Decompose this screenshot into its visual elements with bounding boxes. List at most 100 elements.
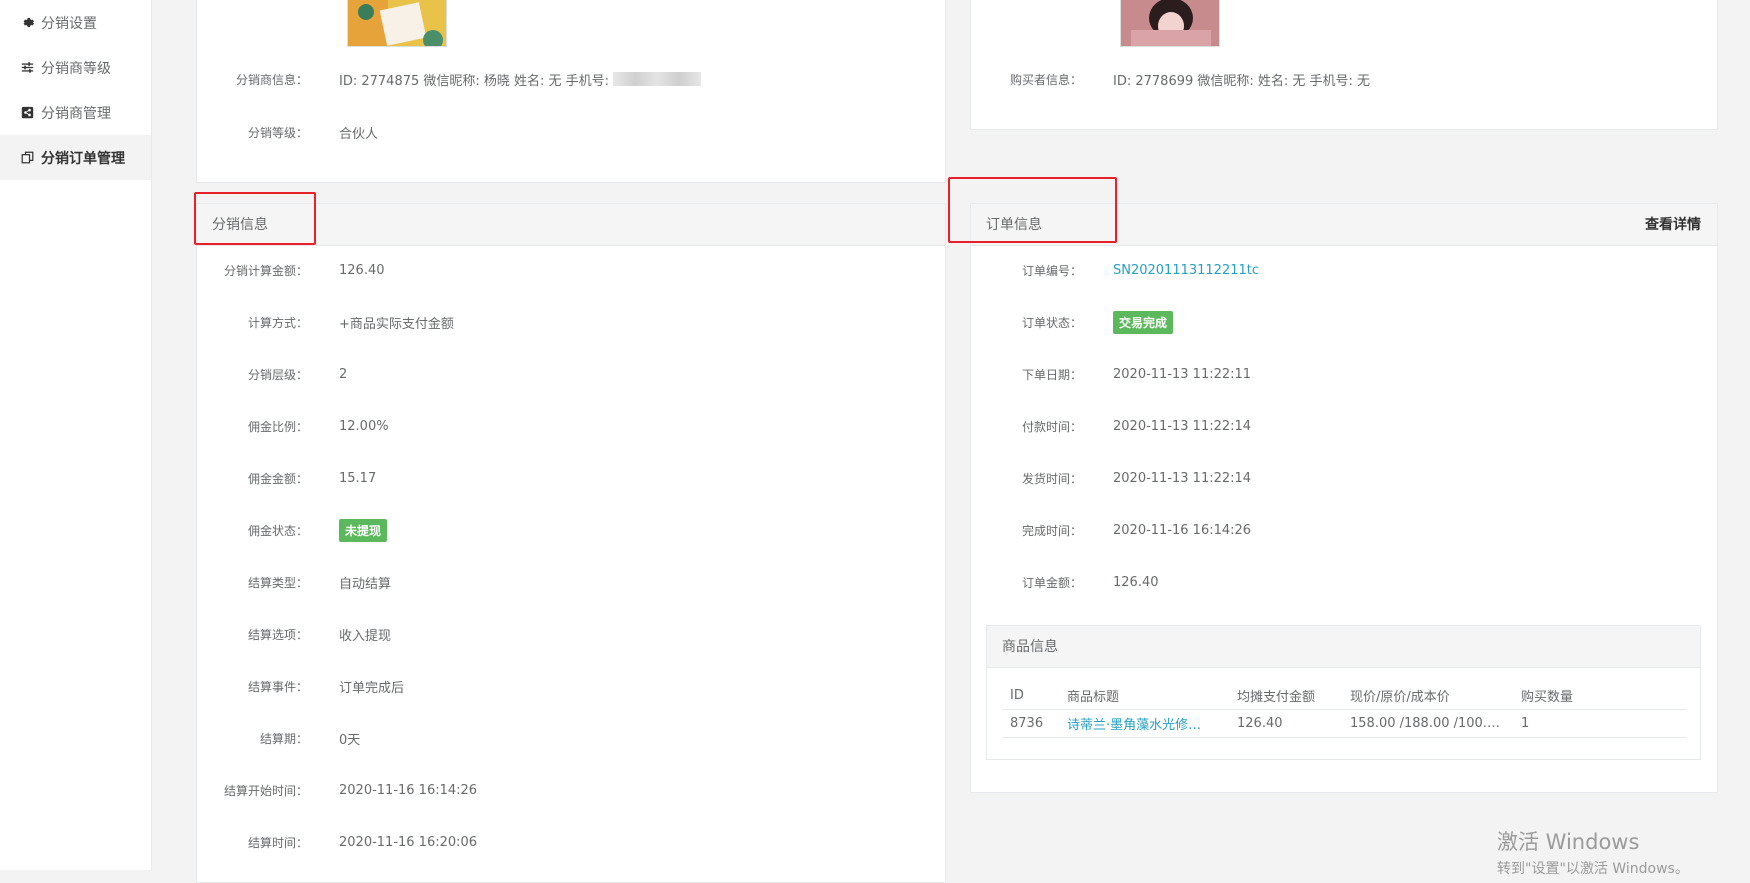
info-row-label: 佣金状态： [247,523,308,538]
info-row-value: 2 [339,366,348,382]
watermark-line1: 激活 Windows [1497,830,1640,854]
status-badge: 交易完成 [1113,310,1174,334]
info-row-label: 分销计算金额： [223,263,308,278]
distributor-level-label: 分销等级： [247,125,308,140]
info-row-value: +商品实际支付金额 [339,316,454,332]
distribution-info-title: 分销信息 [212,217,268,233]
info-row-label: 订单金额： [1021,575,1082,590]
info-row: 结算期： 0天 [197,728,360,748]
info-row: 结算事件： 订单完成后 [197,676,404,696]
windows-activation-watermark: 激活 Windows 转到"设置"以激活 Windows。 [1497,826,1689,878]
info-row-label: 订单状态： [1021,315,1082,330]
info-row-label: 完成时间： [1021,523,1082,538]
info-row-label: 下单日期： [1021,367,1082,382]
distribution-info-panel: 分销信息 分销计算金额： 126.40 计算方式： +商品实际支付金额分销层级： 2 佣金… [196,203,946,883]
info-row-value: 126.40 [339,262,385,278]
info-row-value: 0天 [339,732,361,748]
info-row: 计算方式： +商品实际支付金额 [197,312,454,332]
status-badge: 未提现 [339,518,388,542]
order-info-title: 订单信息 [986,217,1042,233]
col-title: 商品标题 [1059,682,1229,710]
share-icon [20,106,34,120]
info-row-label: 发货时间： [1021,471,1082,486]
info-row-label: 付款时间： [1021,419,1082,434]
sidebar-item-distributor-level[interactable]: 分销商等级 [0,45,151,90]
copy-icon [20,151,34,165]
sidebar-item-label: 分销商等级 [41,60,111,77]
info-row-label: 结算期： [259,731,308,746]
info-row-label: 结算选项： [247,627,308,642]
distributor-level-value: 合伙人 [339,126,379,142]
buyer-info-label: 购买者信息： [1009,72,1082,87]
sidebar-item-distributor-management[interactable]: 分销商管理 [0,90,151,135]
info-row-value: 2020-11-16 16:14:26 [339,782,478,798]
sidebar-item-label: 分销订单管理 [41,150,125,167]
info-row: 结算时间： 2020-11-16 16:20:06 [197,832,477,852]
sidebar-item-distribution-settings[interactable]: 分销设置 [0,0,151,45]
distributor-avatar [347,0,447,47]
info-row-value: 12.00% [339,418,389,434]
sidebar-item-label: 分销设置 [41,15,97,32]
product-qty: 1 [1513,709,1687,738]
distribution-info-header: 分销信息 [197,204,945,246]
order-info-header: 订单信息 查看详情 [971,204,1717,246]
status-badge-text: 交易完成 [1113,310,1174,334]
info-row: 付款时间： 2020-11-13 11:22:14 [971,416,1251,436]
buyer-info-value: ID: 2778699 微信昵称: 姓名: 无 手机号: 无 [1113,73,1371,89]
product-table: ID 商品标题 均摊支付金额 现价/原价/成本价 购买数量 8736 诗蒂兰·墨… [1002,682,1687,738]
buyer-avatar [1120,0,1220,47]
info-row-label: 佣金比例： [247,419,308,434]
distributor-panel: 分销商信息： ID: 2774875 微信昵称: 杨晓 姓名: 无 手机号: 分… [196,0,946,183]
col-price: 现价/原价/成本价 [1342,682,1513,710]
info-row: 下单日期： 2020-11-13 11:22:11 [971,364,1251,384]
sidebar-item-distribution-orders[interactable]: 分销订单管理 [0,135,151,180]
info-row: 佣金比例： 12.00% [197,416,389,436]
info-row-label: 结算时间： [247,835,308,850]
col-qty: 购买数量 [1513,682,1687,710]
sliders-icon [20,61,34,75]
product-title-link[interactable]: 诗蒂兰·墨角藻水光修… [1059,709,1229,738]
info-row-label: 佣金金额： [247,471,308,486]
info-row-label: 结算事件： [247,679,308,694]
info-row: 订单编号： SN20201113112211tc [971,260,1259,280]
info-row-value: 2020-11-13 11:22:14 [1113,418,1252,434]
status-badge-text: 未提现 [339,518,388,542]
col-paid: 均摊支付金额 [1229,682,1342,710]
order-number-link[interactable]: SN20201113112211tc [1113,263,1259,278]
info-row: 佣金金额： 15.17 [197,468,376,488]
watermark-line2: 转到"设置"以激活 Windows。 [1497,861,1689,877]
product-price: 158.00 /188.00 /100.0… [1342,709,1513,738]
distributor-info-label: 分销商信息： [235,72,308,87]
info-row-label: 结算类型： [247,575,308,590]
col-id: ID [1002,682,1059,710]
info-row-value: 自动结算 [339,576,392,592]
sidebar: 分销设置 分销商等级 分销商管理 分销订单管理 [0,0,152,870]
distributor-info-value: ID: 2774875 微信昵称: 杨晓 姓名: 无 手机号: [339,73,610,89]
gear-icon [20,16,34,30]
info-row-value: 2020-11-16 16:14:26 [1113,522,1252,538]
order-info-panel: 订单信息 查看详情 订单编号： SN20201113112211tc 订单状态： 交易… [970,203,1718,793]
info-row: 结算开始时间： 2020-11-16 16:14:26 [197,780,477,800]
info-row-value: 订单完成后 [339,680,405,696]
info-row-value: 2020-11-16 16:20:06 [339,834,478,850]
info-row-label: 计算方式： [247,315,308,330]
product-info-title: 商品信息 [987,626,1700,668]
table-row: 8736 诗蒂兰·墨角藻水光修… 126.40 158.00 /188.00 /… [1002,709,1687,738]
info-row-value: 收入提现 [339,628,392,644]
info-row: 分销层级： 2 [197,364,347,384]
info-row-label: 结算开始时间： [223,783,308,798]
info-row-value: 15.17 [339,470,377,486]
info-row: 订单金额： 126.40 [971,572,1159,592]
info-row-label: 订单编号： [1021,263,1082,278]
view-details-link[interactable]: 查看详情 [1645,204,1701,246]
info-row-value: 2020-11-13 11:22:11 [1113,366,1252,382]
info-row: 分销计算金额： 126.40 [197,260,385,280]
info-row-label: 分销层级： [247,367,308,382]
info-row: 订单状态： 交易完成 [971,310,1174,334]
info-row: 完成时间： 2020-11-16 16:14:26 [971,520,1251,540]
phone-redacted [613,72,702,86]
product-paid: 126.40 [1229,709,1342,738]
buyer-panel: 购买者信息： ID: 2778699 微信昵称: 姓名: 无 手机号: 无 [970,0,1718,130]
product-info-panel: 商品信息 ID 商品标题 均摊支付金额 现价/原价/成本价 购买数量 8736 … [986,625,1701,760]
product-table-header-row: ID 商品标题 均摊支付金额 现价/原价/成本价 购买数量 [1002,682,1687,710]
